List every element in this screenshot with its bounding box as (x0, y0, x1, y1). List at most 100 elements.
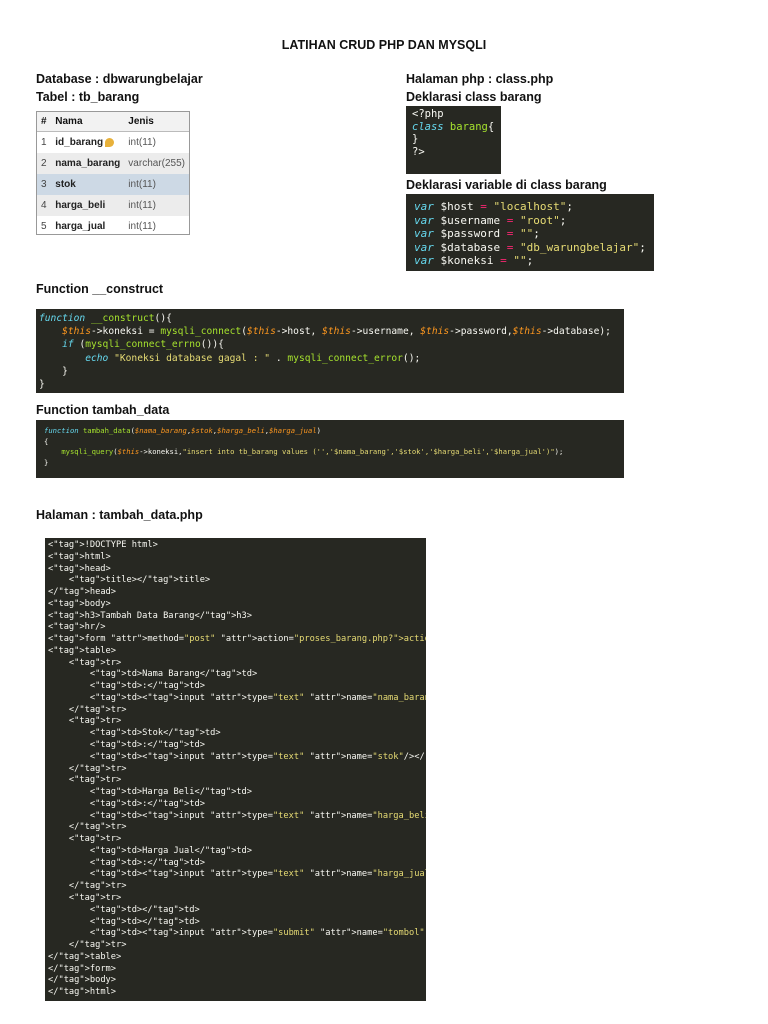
code-line: <"tag">td>Harga Jual</"tag">td> (48, 845, 252, 856)
code-line: <"tag">td><"tag">input "attr">type="text… (48, 869, 426, 880)
code-line: <"tag">tr> (48, 657, 122, 668)
tambah-data-heading: Function tambah_data (36, 403, 170, 417)
code-line: <"tag">td></"tag">td> (48, 904, 200, 915)
code-line: function tambah_data($nama_barang,$stok,… (44, 426, 321, 435)
code-line: <"tag">tr> (48, 892, 122, 903)
code-token: = (500, 213, 520, 227)
code-line: <"tag">td><"tag">input "attr">type="subm… (48, 928, 425, 939)
code-line: <"tag">form "attr">method="post" "attr">… (48, 634, 426, 645)
row-num: 2 (37, 153, 52, 174)
code-token: ; (566, 200, 573, 213)
code-keyword: class (412, 120, 444, 133)
code-line: </"tag">tr> (48, 704, 127, 715)
code-line: </"tag">form> (48, 963, 117, 974)
db-table-header: # Nama Jenis (37, 112, 189, 132)
code-line: if (mysqli_connect_errno()){ (62, 339, 224, 351)
code-classname: barang (443, 120, 488, 133)
code-line: <"tag">td>Stok</"tag">td> (48, 728, 221, 739)
code-token: $host (433, 200, 474, 213)
code-line: </"tag">tr> (48, 822, 127, 833)
html-code-block: <"tag">!DOCTYPE html> <"tag">html> <"tag">… (45, 538, 426, 1001)
key-icon (105, 137, 115, 147)
code-token: = (500, 240, 520, 254)
code-line: <"tag">td><"tag">input "attr">type="text… (48, 751, 426, 762)
code-line: <"tag">td></"tag">td> (48, 916, 200, 927)
code-token: $koneksi (433, 254, 494, 267)
table-row: 2 nama_barang varchar(255) (37, 153, 189, 174)
code-line: mysqli_query($this->koneksi,"insert into… (61, 447, 564, 456)
header-type: Jenis (124, 112, 189, 132)
code-line: { (44, 436, 49, 446)
code-line: <"tag">title></"tag">title> (48, 575, 211, 586)
code-token: ; (533, 227, 540, 240)
variable-declaration-label: Deklarasi variable di class barang (406, 178, 607, 192)
code-line: <"tag">td>:</"tag">td> (48, 681, 205, 692)
code-line: </"tag">tr> (48, 763, 127, 774)
code-line: <"tag">html> (48, 551, 111, 562)
code-line: ?> (412, 145, 425, 158)
code-token: $username (433, 213, 501, 227)
row-type: int(11) (124, 174, 189, 195)
row-num: 1 (41, 137, 47, 148)
code-token: $password (433, 227, 501, 240)
code-line: function __construct(){ (39, 313, 172, 324)
db-structure-table: # Nama Jenis 1 id_barang int(11) 2 nama_… (36, 111, 190, 235)
code-token: = (500, 227, 520, 240)
row-name: harga_jual (55, 221, 106, 232)
code-token: "" (513, 254, 527, 267)
code-token: = (493, 254, 514, 267)
code-line: <"tag">td>:</"tag">td> (48, 857, 205, 868)
code-line: <"tag">tr> (48, 775, 122, 786)
code-line: <"tag">tr> (48, 716, 122, 727)
row-type: int(11) (124, 195, 189, 216)
code-token: = (473, 200, 494, 213)
code-token: ; (639, 240, 646, 254)
class-declaration-label: Deklarasi class barang (406, 90, 542, 104)
code-line: <"tag">tr> (48, 834, 122, 845)
code-line: var $host = "localhost"; (414, 200, 646, 214)
construct-heading: Function __construct (36, 282, 164, 296)
php-page-label: Halaman php : class.php (406, 72, 554, 86)
code-line: <"tag">table> (48, 645, 117, 656)
row-name: nama_barang (51, 153, 125, 174)
table-row: 5 harga_jual int(11) (37, 216, 189, 237)
code-token: ; (526, 254, 534, 267)
header-num: # (37, 112, 52, 132)
code-line: } (412, 133, 419, 145)
halaman-heading: Halaman : tambah_data.php (36, 508, 203, 522)
code-line: </"tag">tr> (48, 940, 127, 951)
code-token: $database (433, 240, 501, 254)
code-token: "localhost" (493, 200, 567, 213)
header-name: Nama (51, 112, 125, 132)
row-num: 5 (41, 221, 47, 232)
code-token: "" (519, 227, 534, 240)
code-line: <"tag">!DOCTYPE html> (48, 540, 158, 550)
code-line: var $database = "db_warungbelajar"; (414, 241, 646, 255)
table-row: 3 stok int(11) (37, 174, 189, 195)
code-line: var $koneksi = ""; (414, 254, 646, 268)
document-title: LATIHAN CRUD PHP DAN MYSQLI (281, 38, 487, 52)
code-line: <"tag">head> (48, 563, 111, 574)
code-line: } (39, 379, 45, 391)
code-line: var $username = "root"; (414, 214, 646, 228)
code-line: <"tag">td><"tag">input "attr">type="text… (48, 810, 426, 821)
code-token: "root" (519, 213, 560, 227)
tambah-data-code-block: function tambah_data($nama_barang,$stok,… (36, 420, 624, 478)
code-token: var (414, 227, 434, 240)
row-name: stok (51, 174, 125, 195)
variables-code-block: var $host = "localhost"; var $username = … (406, 194, 654, 271)
code-brace: { (487, 120, 495, 133)
code-line: </"tag">html> (48, 987, 117, 998)
row-name: id_barang (51, 132, 124, 154)
code-token: var (414, 240, 434, 254)
code-token: var (414, 200, 434, 213)
code-line: <"tag">hr/> (48, 622, 106, 633)
code-line: </"tag">head> (48, 587, 117, 598)
code-line: <?php (412, 108, 444, 120)
code-line: </"tag">table> (48, 951, 122, 962)
row-type: int(11) (128, 221, 156, 232)
class-code-block: <?php class barang{ } ?> (406, 106, 501, 174)
code-line: class barang{ (412, 121, 495, 134)
code-line: <"tag">td>Harga Beli</"tag">td> (48, 787, 252, 798)
code-line: } (39, 365, 68, 377)
